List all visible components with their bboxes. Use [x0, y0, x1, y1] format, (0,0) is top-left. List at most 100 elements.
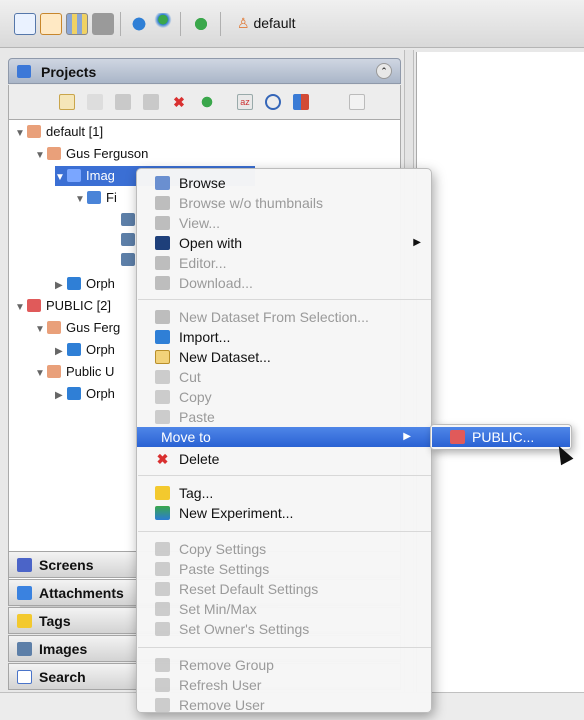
- people-icon[interactable]: [128, 13, 150, 35]
- menu-item-label: New Experiment...: [179, 505, 294, 521]
- sort-icon[interactable]: az: [237, 94, 253, 110]
- menu-item-new-dataset-from-selection[interactable]: New Dataset From Selection...: [137, 307, 431, 327]
- collapsed-icon[interactable]: ▶: [55, 342, 67, 362]
- menu-item-refresh-user[interactable]: Refresh User: [137, 675, 431, 695]
- tree-node[interactable]: ▶ Orph: [55, 384, 115, 404]
- tree-node[interactable]: ▼ Fi: [75, 188, 117, 208]
- data-manager-icon[interactable]: [14, 13, 36, 35]
- collapsed-icon[interactable]: ▶: [55, 386, 67, 406]
- tree-node[interactable]: ▼ Public U: [35, 362, 114, 382]
- menu-item-remove-user[interactable]: Remove User: [137, 695, 431, 715]
- refresh-icon[interactable]: [199, 94, 215, 110]
- menu-item-browse-without-thumbnails[interactable]: Browse w/o thumbnails: [137, 193, 431, 213]
- tree-node[interactable]: ▼ Gus Ferg: [35, 318, 120, 338]
- menu-item-view[interactable]: View...: [137, 213, 431, 233]
- menu-item-set-owners-settings[interactable]: Set Owner's Settings: [137, 619, 431, 639]
- remove-group-icon: [155, 658, 170, 672]
- viewer-grid-icon[interactable]: [66, 13, 88, 35]
- menu-item-paste-settings[interactable]: Paste Settings: [137, 559, 431, 579]
- paste-settings-icon: [155, 562, 170, 576]
- user-icon: [47, 365, 61, 378]
- tree-node[interactable]: ▶ Orph: [55, 274, 115, 294]
- collapse-all-icon[interactable]: [349, 94, 365, 110]
- download-icon: [155, 276, 170, 290]
- menu-item-label: Open with: [179, 235, 243, 251]
- tree-node[interactable]: ▼ PUBLIC [2]: [15, 296, 111, 316]
- delete-icon[interactable]: ✖: [171, 94, 187, 110]
- context-menu: Browse Browse w/o thumbnails View... Ope…: [136, 168, 432, 713]
- menu-item-set-min-max[interactable]: Set Min/Max: [137, 599, 431, 619]
- menu-item-delete[interactable]: ✖ Delete: [137, 449, 431, 469]
- menu-item-label: Remove User: [179, 697, 265, 713]
- menu-item-browse[interactable]: Browse: [137, 173, 431, 193]
- user-icon: [47, 321, 61, 334]
- browse-icon: [155, 196, 170, 210]
- copy-icon[interactable]: [115, 94, 131, 110]
- expanded-icon[interactable]: ▼: [35, 320, 47, 340]
- screens-icon: [17, 558, 32, 572]
- experiment-icon: [155, 506, 170, 520]
- cut-icon[interactable]: [87, 94, 103, 110]
- import-icon: [155, 330, 170, 344]
- menu-item-label: Copy: [179, 389, 212, 405]
- menu-item-new-experiment[interactable]: New Experiment...: [137, 503, 431, 523]
- expanded-icon[interactable]: ▼: [75, 190, 87, 210]
- menu-item-label: Tag...: [179, 485, 214, 501]
- tree-node[interactable]: ▼ Gus Ferguson: [35, 144, 148, 164]
- tree-node-label: Orph: [86, 386, 115, 401]
- menu-item-open-with[interactable]: Open with ▶: [137, 233, 431, 253]
- minmax-icon: [155, 602, 170, 616]
- menu-item-label: Set Owner's Settings: [179, 621, 310, 637]
- search-icon: [17, 670, 32, 684]
- main-toolbar: ♙ default: [0, 0, 584, 48]
- clock-icon[interactable]: [265, 94, 281, 110]
- expanded-icon[interactable]: ▼: [35, 364, 47, 384]
- tree-node[interactable]: ▶ Orph: [55, 340, 115, 360]
- owner-filter-icon[interactable]: [293, 94, 309, 110]
- tag-icon: [155, 486, 170, 500]
- paste-icon[interactable]: [143, 94, 159, 110]
- expanded-icon[interactable]: ▼: [55, 168, 67, 188]
- menu-separator: [138, 299, 431, 300]
- user-icon: [47, 147, 61, 160]
- tree-node-label: Gus Ferg: [66, 320, 121, 335]
- new-icon[interactable]: [59, 94, 75, 110]
- menu-item-cut[interactable]: Cut: [137, 367, 431, 387]
- tags-icon: [17, 614, 32, 628]
- menu-item-reset-default-settings[interactable]: Reset Default Settings: [137, 579, 431, 599]
- orphan-icon: [67, 343, 81, 356]
- menu-item-remove-group[interactable]: Remove Group: [137, 655, 431, 675]
- menu-item-download[interactable]: Download...: [137, 273, 431, 293]
- menu-item-label: Refresh User: [179, 677, 262, 693]
- experiment-icon[interactable]: [152, 13, 174, 35]
- submenu-arrow-icon: ▶: [413, 237, 421, 248]
- tree-node-label: Fi: [106, 190, 117, 205]
- menu-item-label: Delete: [179, 451, 220, 467]
- menu-item-move-to[interactable]: Move to ▶: [137, 427, 431, 447]
- user-icon: [27, 125, 41, 138]
- menu-item-copy[interactable]: Copy: [137, 387, 431, 407]
- group-icon[interactable]: [190, 13, 212, 35]
- projects-panel-header[interactable]: Projects ⌃: [8, 58, 401, 84]
- menu-item-copy-settings[interactable]: Copy Settings: [137, 539, 431, 559]
- group-icon: [27, 299, 41, 312]
- menu-item-tag[interactable]: Tag...: [137, 483, 431, 503]
- expanded-icon[interactable]: ▼: [15, 298, 27, 318]
- expanded-icon[interactable]: ▼: [35, 146, 47, 166]
- refresh-icon: [155, 678, 170, 692]
- tree-node[interactable]: ▼ default [1]: [15, 122, 103, 142]
- collapse-icon[interactable]: ⌃: [376, 63, 392, 79]
- submenu-item-public[interactable]: PUBLIC...: [432, 427, 570, 447]
- menu-item-import[interactable]: Import...: [137, 327, 431, 347]
- editor-icon[interactable]: [40, 13, 62, 35]
- menu-item-label: Browse: [179, 175, 226, 191]
- collapsed-icon[interactable]: ▶: [55, 276, 67, 296]
- expanded-icon[interactable]: ▼: [15, 124, 27, 144]
- menu-item-paste[interactable]: Paste: [137, 407, 431, 427]
- menu-item-label: Copy Settings: [179, 541, 267, 557]
- menu-item-editor[interactable]: Editor...: [137, 253, 431, 273]
- stop-icon[interactable]: [92, 13, 114, 35]
- menu-item-new-dataset[interactable]: New Dataset...: [137, 347, 431, 367]
- user-selector[interactable]: ♙ default: [237, 15, 296, 32]
- dataset-icon: [155, 310, 170, 324]
